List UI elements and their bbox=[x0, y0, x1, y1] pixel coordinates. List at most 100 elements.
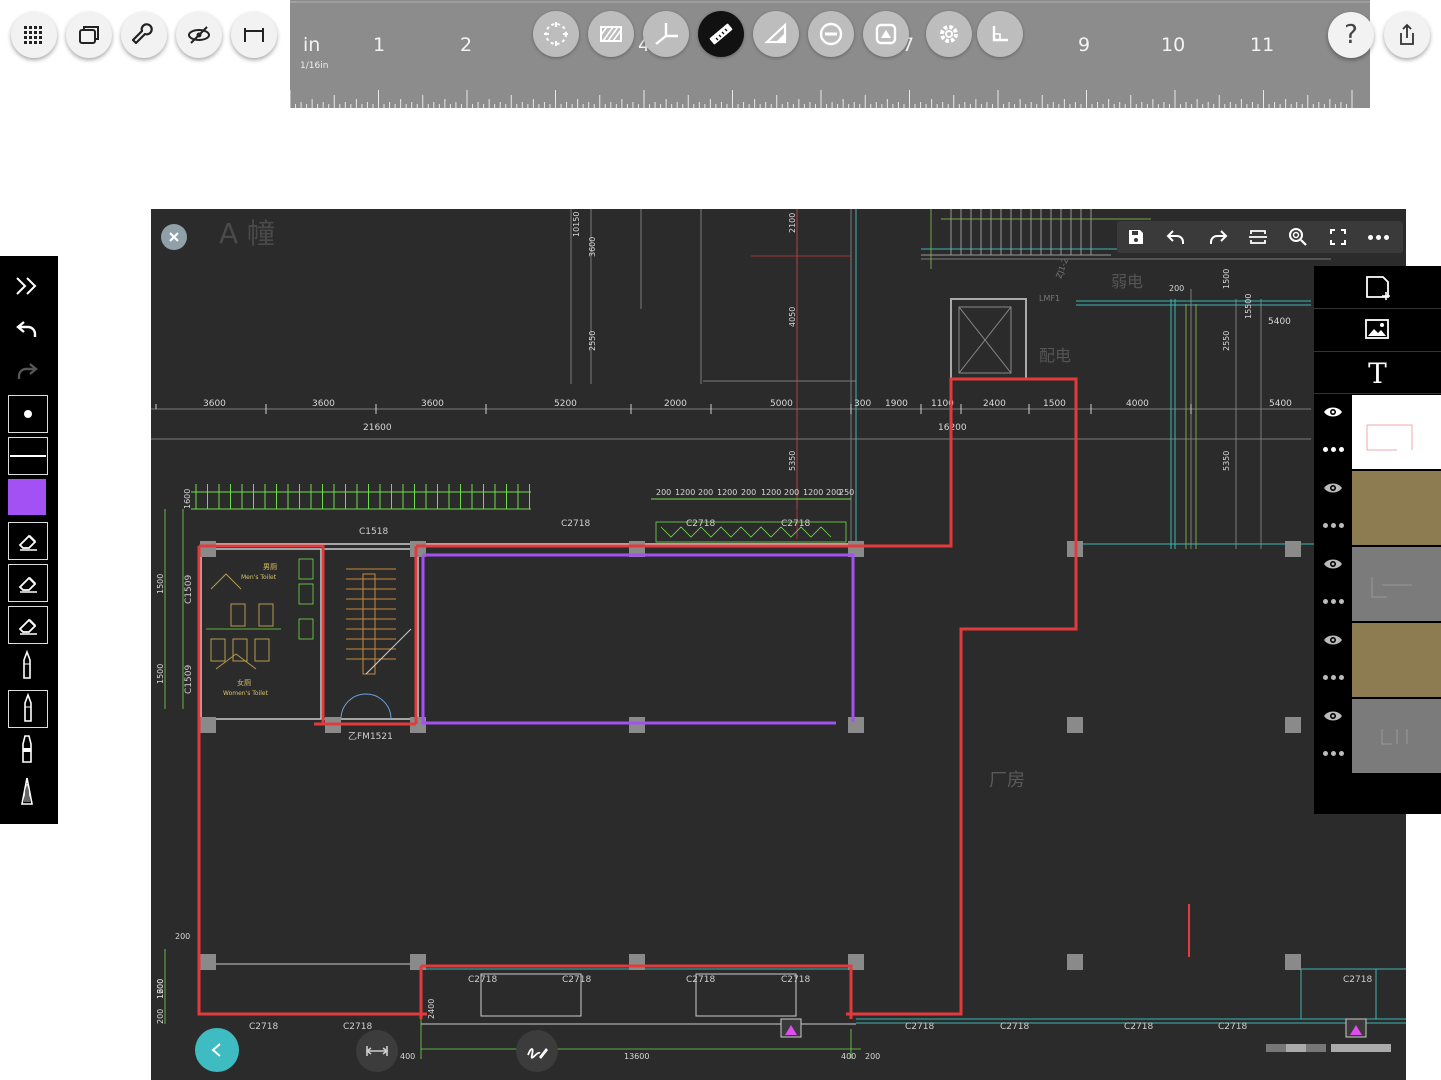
signature-button[interactable] bbox=[516, 1030, 558, 1072]
ruler-tool[interactable] bbox=[698, 11, 744, 57]
dot-size-icon bbox=[24, 410, 32, 418]
scale-bar bbox=[1266, 1044, 1391, 1052]
layer-thumbnail[interactable] bbox=[1352, 547, 1441, 621]
layer-more-button[interactable] bbox=[1314, 735, 1352, 771]
square-corner-icon bbox=[992, 26, 1008, 42]
layer-preview bbox=[1366, 424, 1413, 451]
vdim-label: 5350 bbox=[788, 451, 797, 471]
dot-size-button[interactable] bbox=[8, 395, 48, 433]
layer-visibility-toggle[interactable] bbox=[1314, 546, 1352, 582]
zoom-button[interactable] bbox=[1285, 225, 1311, 249]
stamp-tool[interactable] bbox=[863, 11, 909, 57]
ruler-number: 10 bbox=[1161, 34, 1186, 56]
square-corner-tool[interactable] bbox=[977, 11, 1023, 57]
layer-more-button[interactable] bbox=[1314, 431, 1352, 467]
eraser-tool-3[interactable] bbox=[8, 606, 48, 644]
save-icon bbox=[1129, 230, 1143, 244]
vdim-label: 200 bbox=[156, 1009, 165, 1024]
ghost-title: A 幢 bbox=[219, 217, 275, 250]
layer-more-button[interactable] bbox=[1314, 659, 1352, 695]
triangle-tool[interactable] bbox=[753, 11, 799, 57]
layer-visibility-toggle[interactable] bbox=[1314, 622, 1352, 658]
ruler-number: 1 bbox=[373, 34, 386, 56]
close-drawing-button[interactable] bbox=[161, 224, 187, 250]
purple-markup bbox=[421, 553, 855, 725]
window-tag: C2718 bbox=[686, 975, 715, 985]
more-options-button[interactable] bbox=[1365, 225, 1391, 249]
viewport-redo-button[interactable] bbox=[1205, 225, 1231, 249]
add-image-button[interactable] bbox=[1314, 309, 1441, 351]
hatch-tool[interactable] bbox=[588, 11, 634, 57]
vdim-label: 2550 bbox=[588, 331, 597, 351]
redo-button[interactable] bbox=[8, 353, 46, 389]
vdim-label: 1500 bbox=[1222, 269, 1231, 289]
door-tag: 乙FM1521 bbox=[348, 731, 393, 742]
layer-thumbnail[interactable] bbox=[1352, 623, 1441, 697]
dim-label: 400 bbox=[841, 1052, 856, 1061]
more-icon bbox=[1322, 674, 1344, 680]
help-button[interactable]: ? bbox=[1328, 12, 1374, 58]
fit-icon bbox=[1249, 230, 1267, 244]
eraser-tool-2[interactable] bbox=[8, 564, 48, 602]
more-icon bbox=[1367, 234, 1389, 240]
hatch-icon bbox=[600, 26, 622, 42]
dim-label: 4000 bbox=[1126, 399, 1149, 409]
fit-page-button[interactable] bbox=[1245, 225, 1271, 249]
add-page-button[interactable] bbox=[1314, 266, 1441, 308]
select-region-tool[interactable] bbox=[533, 11, 579, 57]
layer-more-button[interactable] bbox=[1314, 583, 1352, 619]
vdim-label: 15500 bbox=[1244, 294, 1253, 319]
pen-tool-fine[interactable] bbox=[8, 648, 46, 684]
select-region-icon bbox=[544, 22, 568, 46]
marker-label: ZJ1-2 bbox=[1054, 257, 1070, 280]
undo-button[interactable] bbox=[8, 311, 46, 347]
dim-label: 400 bbox=[400, 1052, 415, 1061]
window-tag: C2718 bbox=[343, 1022, 372, 1032]
layer-visibility-toggle[interactable] bbox=[1314, 394, 1352, 430]
brush-tool[interactable] bbox=[8, 774, 46, 810]
line-width-button[interactable] bbox=[8, 437, 48, 475]
window-tag: C2718 bbox=[781, 975, 810, 985]
redo-icon bbox=[1210, 230, 1228, 244]
grid-button[interactable] bbox=[11, 12, 57, 58]
more-icon bbox=[1322, 522, 1344, 528]
pen-icon bbox=[24, 693, 32, 722]
vdim-label: 1500 bbox=[156, 664, 165, 684]
add-text-button[interactable]: T bbox=[1314, 352, 1441, 394]
save-button[interactable] bbox=[1123, 225, 1149, 249]
redo-icon bbox=[17, 363, 38, 379]
pen-tool-selected[interactable] bbox=[8, 690, 48, 728]
layer-visibility-toggle[interactable] bbox=[1314, 470, 1352, 506]
fullscreen-button[interactable] bbox=[1325, 225, 1351, 249]
expand-toolbar-button[interactable] bbox=[8, 268, 46, 304]
zoom-icon bbox=[1289, 228, 1307, 246]
layer-visibility-toggle[interactable] bbox=[1314, 698, 1352, 734]
layer-thumbnail[interactable] bbox=[1352, 395, 1441, 469]
layer-more-button[interactable] bbox=[1314, 507, 1352, 543]
circle-minus-icon bbox=[819, 22, 843, 46]
windows-button[interactable] bbox=[66, 12, 112, 58]
dimension-button[interactable] bbox=[231, 12, 277, 58]
ruler-overlay[interactable]: in 1/16in 1 2 4 7 9 10 11 bbox=[290, 0, 1370, 108]
settings-wrench-button[interactable] bbox=[121, 12, 167, 58]
drawing-canvas[interactable]: A 幢 弱电 配电 LMF1 ZJ1-2 3600 3600 3600 5200… bbox=[151, 209, 1406, 1080]
eraser-tool-1[interactable] bbox=[8, 522, 48, 560]
color-swatch[interactable] bbox=[8, 479, 46, 515]
viewport-undo-button[interactable] bbox=[1163, 225, 1189, 249]
back-button[interactable] bbox=[195, 1028, 239, 1072]
visibility-toggle-button[interactable] bbox=[176, 12, 222, 58]
ruler-number: 9 bbox=[1078, 34, 1091, 56]
share-button[interactable] bbox=[1384, 12, 1430, 58]
more-icon bbox=[1322, 598, 1344, 604]
measure-button[interactable] bbox=[356, 1030, 398, 1072]
circle-minus-tool[interactable] bbox=[808, 11, 854, 57]
vdim-label: 10150 bbox=[572, 212, 581, 237]
dim-label: 1900 bbox=[885, 399, 908, 409]
gear-tool[interactable] bbox=[926, 11, 972, 57]
protractor-tool[interactable] bbox=[643, 11, 689, 57]
new-page-icon bbox=[1365, 276, 1390, 300]
eye-icon bbox=[1324, 635, 1342, 645]
layer-thumbnail[interactable] bbox=[1352, 471, 1441, 545]
marker-tool[interactable] bbox=[8, 732, 46, 768]
layer-thumbnail[interactable] bbox=[1352, 699, 1441, 773]
